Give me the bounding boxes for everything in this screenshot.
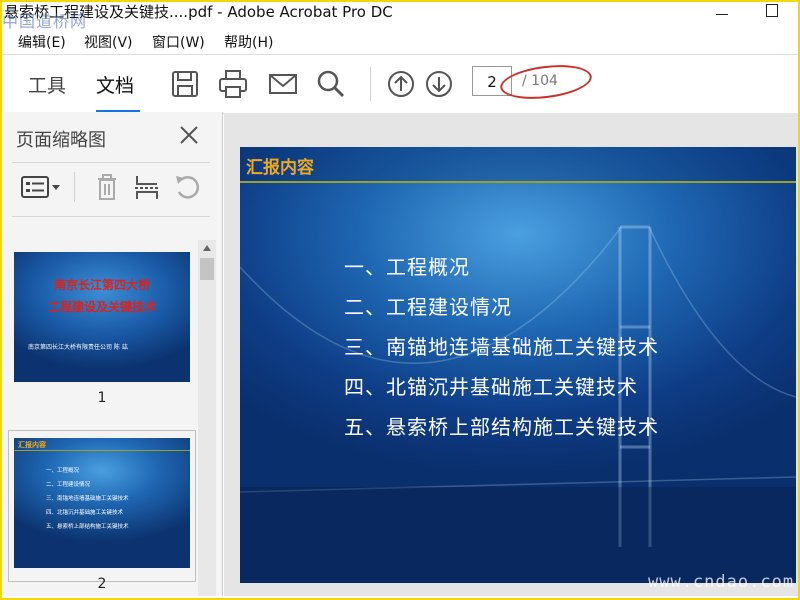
slide-list-item: 三、南锚地连墙基础施工关键技术 <box>344 335 659 359</box>
thumbnail-item: 一、工程概况 <box>46 468 80 474</box>
slide-list-item: 四、北锚沉井基础施工关键技术 <box>344 375 638 399</box>
slide-list-item: 一、工程概况 <box>344 255 470 279</box>
save-icon[interactable] <box>168 67 202 101</box>
scroll-thumb[interactable] <box>200 258 214 280</box>
thumbnail-background <box>14 252 190 382</box>
panel-divider <box>12 216 210 217</box>
panel-tools-separator <box>74 172 75 202</box>
search-icon[interactable] <box>314 67 348 101</box>
thumbnail-scrollbar[interactable] <box>198 240 216 596</box>
panel-divider <box>12 162 210 163</box>
slide-list-item: 五、悬索桥上部结构施工关键技术 <box>344 415 659 439</box>
delete-icon[interactable] <box>92 172 122 202</box>
thumbnail-subtitle: 南京第四长江大桥有限责任公司 陈 竑 <box>28 344 128 351</box>
bridge-background-image <box>240 225 796 583</box>
document-area: 汇报内容 一、工程概况 二、工程建设情况 三、南锚地连墙基础施工关键技术 四、北… <box>224 113 798 596</box>
slide-page: 汇报内容 一、工程概况 二、工程建设情况 三、南锚地连墙基础施工关键技术 四、北… <box>240 147 796 583</box>
thumbnail-item: 三、南锚地连墙基础施工关键技术 <box>46 496 129 502</box>
watermark-bottom: www.cndao.com <box>648 572 795 592</box>
thumbnail-rule <box>14 450 190 451</box>
thumbnail-item: 二、工程建设情况 <box>46 482 91 488</box>
email-icon[interactable] <box>266 67 300 101</box>
minimize-button[interactable] <box>714 2 732 20</box>
extract-pages-icon[interactable] <box>132 172 162 202</box>
page-up-icon[interactable] <box>384 67 418 101</box>
print-icon[interactable] <box>216 67 250 101</box>
toolbar: 工具 文档 2 / 104 <box>2 54 798 114</box>
toolbar-separator <box>370 67 371 101</box>
page-down-icon[interactable] <box>422 67 456 101</box>
thumbnails-panel: 页面缩略图 南京长江第四大桥 工程建设及关键技术 南京第四长江大桥有限责任公司 … <box>2 112 223 596</box>
thumbnail-title-line1: 南京长江第四大桥 <box>53 278 150 292</box>
rotate-icon[interactable] <box>172 172 202 202</box>
tab-document[interactable]: 文档 <box>96 71 134 98</box>
thumbnail-image: 南京长江第四大桥 工程建设及关键技术 南京第四长江大桥有限责任公司 陈 竑 <box>14 252 190 382</box>
panel-toolbar <box>16 172 206 208</box>
thumbnail-item: 五、悬索桥上部结构施工关键技术 <box>46 524 129 530</box>
thumbnail-page-number: 1 <box>97 390 107 406</box>
menu-view[interactable]: 视图(V) <box>84 32 133 52</box>
thumbnail-heading: 汇报内容 <box>18 441 46 449</box>
thumbnail-page-number: 2 <box>97 576 107 592</box>
maximize-button[interactable] <box>764 2 782 20</box>
scroll-up-icon[interactable] <box>198 240 216 256</box>
thumbnail-background <box>14 438 190 568</box>
red-circle-annotation <box>498 60 594 104</box>
menu-window[interactable]: 窗口(W) <box>152 32 205 52</box>
thumbnail-image: 汇报内容 一、工程概况 二、工程建设情况 三、南锚地连墙基础施工关键技术 四、北… <box>14 438 190 568</box>
slide-list-item: 二、工程建设情况 <box>344 295 512 319</box>
close-icon[interactable] <box>178 124 200 146</box>
menu-edit[interactable]: 编辑(E) <box>18 32 66 52</box>
watermark-top: 中国道桥网 <box>2 12 88 31</box>
slide-heading-rule <box>240 181 796 183</box>
panel-title: 页面缩略图 <box>16 130 106 151</box>
thumbnail-item: 四、北锚沉井基础施工关键技术 <box>46 510 124 516</box>
thumbnail-title-line2: 工程建设及关键技术 <box>47 300 156 314</box>
menu-help[interactable]: 帮助(H) <box>224 32 273 52</box>
menu-bar: 编辑(E) 视图(V) 窗口(W) 帮助(H) <box>2 30 798 54</box>
tab-tools[interactable]: 工具 <box>28 71 66 98</box>
slide-header-bar <box>240 147 796 183</box>
title-bar: 悬索桥工程建设及关键技....pdf - Adobe Acrobat Pro D… <box>2 2 798 31</box>
thumbnail-options-icon[interactable] <box>20 172 62 202</box>
slide-heading: 汇报内容 <box>246 158 314 178</box>
